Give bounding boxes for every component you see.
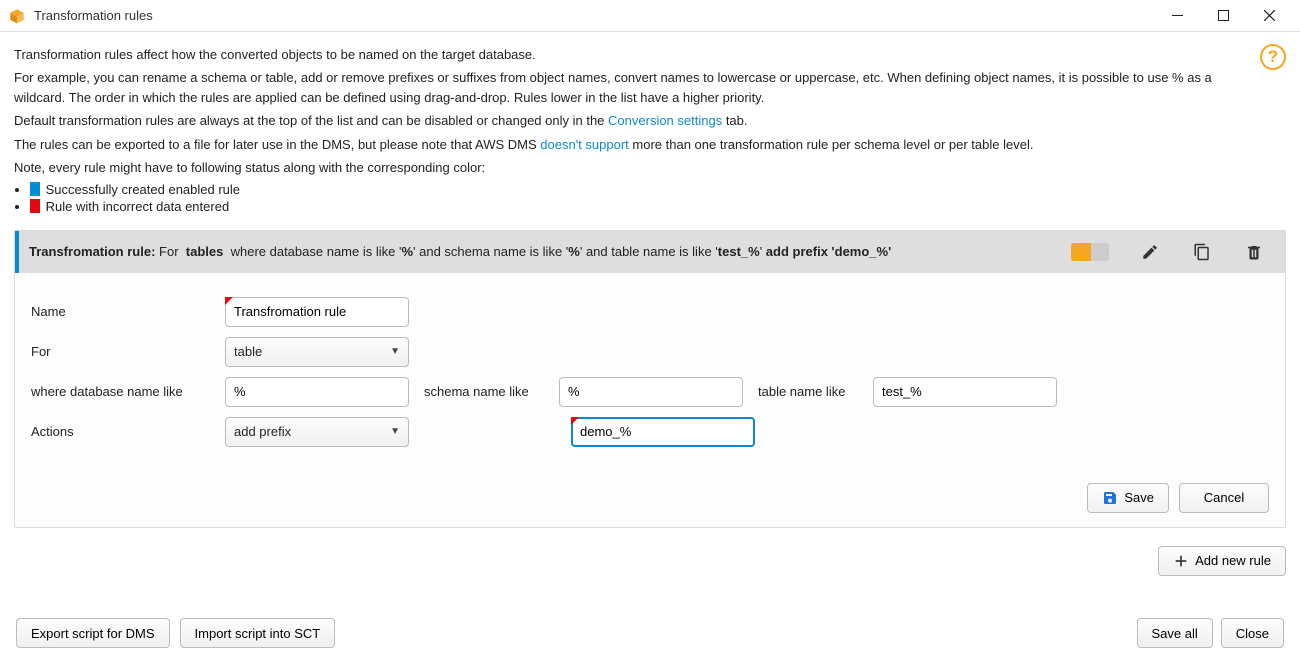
rule-header[interactable]: Transfromation rule: For tables where da…	[15, 231, 1285, 273]
cancel-button[interactable]: Cancel	[1179, 483, 1269, 513]
delete-rule-icon[interactable]	[1243, 241, 1265, 263]
table-name-field[interactable]	[873, 377, 1057, 407]
rule-form: Name For table ▼ where database name lik…	[15, 273, 1285, 473]
status-li-error: Rule with incorrect data entered	[30, 199, 1286, 214]
help-icon[interactable]: ?	[1260, 44, 1286, 70]
intro-text: Transformation rules affect how the conv…	[14, 42, 1286, 216]
intro-p2: For example, you can rename a schema or …	[14, 68, 1244, 108]
chevron-down-icon: ▼	[390, 426, 400, 437]
edit-rule-icon[interactable]	[1139, 241, 1161, 263]
titlebar: Transformation rules	[0, 0, 1300, 32]
copy-rule-icon[interactable]	[1191, 241, 1213, 263]
actions-select[interactable]: add prefix ▼	[225, 417, 409, 447]
rule-summary: Transfromation rule: For tables where da…	[29, 242, 1061, 262]
import-script-button[interactable]: Import script into SCT	[180, 618, 336, 648]
status-swatch-red-icon	[30, 199, 40, 213]
name-label: Name	[31, 304, 211, 319]
status-swatch-blue-icon	[30, 182, 40, 196]
rule-footer: Save Cancel	[15, 473, 1285, 527]
rule-enable-toggle[interactable]	[1071, 243, 1109, 261]
intro-p4: The rules can be exported to a file for …	[14, 135, 1244, 155]
for-label: For	[31, 344, 211, 359]
rule-panel: Transfromation rule: For tables where da…	[14, 230, 1286, 528]
where-db-label: where database name like	[31, 384, 211, 399]
maximize-button[interactable]	[1200, 0, 1246, 32]
schema-label: schema name like	[424, 384, 544, 399]
table-label: table name like	[758, 384, 858, 399]
conversion-settings-link[interactable]: Conversion settings	[608, 113, 722, 128]
page-footer: Export script for DMS Import script into…	[14, 610, 1286, 650]
intro-p5: Note, every rule might have to following…	[14, 158, 1244, 178]
intro-p1: Transformation rules affect how the conv…	[14, 45, 1244, 65]
database-name-field[interactable]	[225, 377, 409, 407]
export-script-button[interactable]: Export script for DMS	[16, 618, 170, 648]
intro-p3: Default transformation rules are always …	[14, 111, 1244, 131]
minimize-button[interactable]	[1154, 0, 1200, 32]
actions-label: Actions	[31, 424, 211, 439]
status-li-enabled: Successfully created enabled rule	[30, 182, 1286, 197]
name-field[interactable]	[225, 297, 409, 327]
close-button[interactable]: Close	[1221, 618, 1284, 648]
save-icon	[1102, 490, 1118, 506]
close-window-button[interactable]	[1246, 0, 1292, 32]
for-select[interactable]: table ▼	[225, 337, 409, 367]
app-icon	[8, 7, 26, 25]
add-new-rule-button[interactable]: Add new rule	[1158, 546, 1286, 576]
save-button[interactable]: Save	[1087, 483, 1169, 513]
action-param-field[interactable]	[571, 417, 755, 447]
doesnt-support-link[interactable]: doesn't support	[540, 137, 629, 152]
plus-icon	[1173, 553, 1189, 569]
save-all-button[interactable]: Save all	[1137, 618, 1213, 648]
chevron-down-icon: ▼	[390, 346, 400, 357]
window-title: Transformation rules	[34, 8, 153, 23]
schema-name-field[interactable]	[559, 377, 743, 407]
